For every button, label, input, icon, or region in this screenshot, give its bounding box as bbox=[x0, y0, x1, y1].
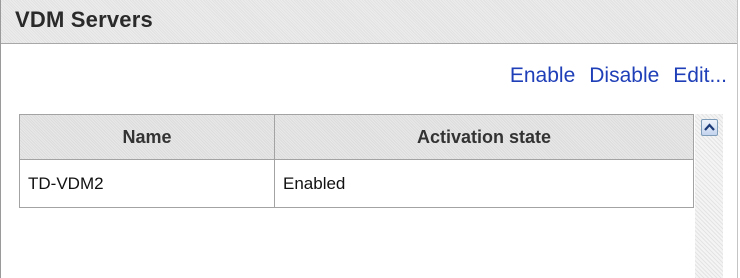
column-header-activation-state[interactable]: Activation state bbox=[275, 115, 693, 159]
cell-name: TD-VDM2 bbox=[20, 160, 275, 207]
edit-link[interactable]: Edit... bbox=[673, 64, 727, 88]
table-row[interactable]: TD-VDM2 Enabled bbox=[20, 160, 693, 207]
action-bar: Enable Disable Edit... bbox=[510, 64, 727, 88]
column-header-name[interactable]: Name bbox=[20, 115, 275, 159]
vdm-servers-panel: VDM Servers Enable Disable Edit... Name … bbox=[0, 0, 738, 278]
panel-header: VDM Servers bbox=[1, 0, 737, 44]
cell-activation-state: Enabled bbox=[283, 173, 346, 193]
disable-link[interactable]: Disable bbox=[589, 64, 659, 88]
scroll-up-button[interactable] bbox=[701, 119, 718, 136]
panel-title: VDM Servers bbox=[15, 7, 153, 32]
vertical-scrollbar[interactable] bbox=[695, 114, 723, 278]
table-header: Name Activation state bbox=[20, 115, 693, 160]
vdm-servers-table: Name Activation state TD-VDM2 Enabled bbox=[19, 114, 694, 208]
enable-link[interactable]: Enable bbox=[510, 64, 575, 88]
